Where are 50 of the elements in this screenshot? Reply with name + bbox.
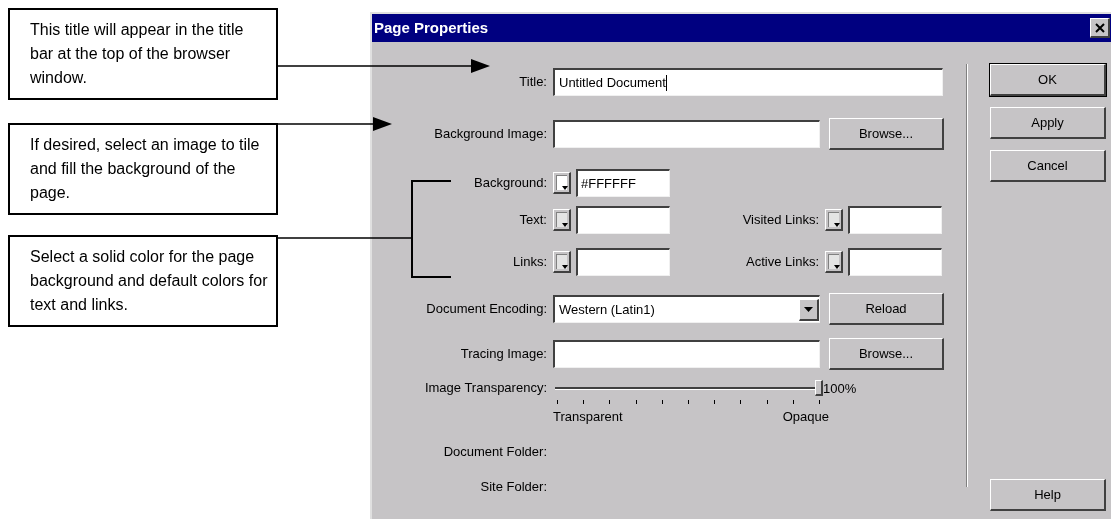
- dialog-button[interactable]: Browse...: [829, 338, 944, 370]
- dialog-button[interactable]: Apply: [990, 107, 1106, 139]
- field-label: Background Image:: [434, 125, 547, 144]
- color-field[interactable]: [848, 248, 942, 276]
- color-swatch-button[interactable]: [553, 172, 571, 194]
- slider-min-label: Transparent: [553, 408, 623, 427]
- dropdown[interactable]: Western (Latin1): [553, 295, 820, 323]
- color-swatch-button[interactable]: [825, 251, 843, 273]
- close-button[interactable]: [1090, 18, 1110, 38]
- field-label: Background:: [474, 174, 547, 193]
- field-label: Active Links:: [746, 253, 819, 272]
- dialog-button[interactable]: Reload: [829, 293, 944, 325]
- color-swatch-button[interactable]: [553, 209, 571, 231]
- dialog-button[interactable]: Browse...: [829, 118, 944, 150]
- window-title: Page Properties: [374, 17, 489, 38]
- slider-thumb[interactable]: [815, 380, 823, 396]
- field-label: Site Folder:: [480, 478, 547, 497]
- field-label: Links:: [513, 253, 547, 272]
- field-label: Title:: [519, 73, 547, 92]
- close-icon: [1094, 22, 1105, 33]
- text-field[interactable]: [553, 120, 820, 148]
- caret-icon: [834, 265, 840, 269]
- field-label: Visited Links:: [742, 211, 819, 230]
- caret-icon: [804, 306, 813, 312]
- dialog-button[interactable]: Cancel: [990, 150, 1106, 182]
- slider-max-label: Opaque: [782, 408, 829, 427]
- color-field[interactable]: [848, 206, 942, 234]
- dialog-button[interactable]: Help: [990, 479, 1106, 511]
- color-field[interactable]: #FFFFFF: [576, 169, 670, 197]
- caret-icon: [834, 223, 840, 227]
- slider-value: 100%: [823, 380, 857, 399]
- slider-track[interactable]: [553, 380, 823, 398]
- caret-icon: [562, 265, 568, 269]
- field-label: Tracing Image:: [460, 345, 547, 364]
- callout: If desired, select an image to tile and fill the background of the page.: [8, 123, 278, 215]
- dialog-button[interactable]: OK: [990, 64, 1106, 96]
- callout: Select a solid color for the page background and default colors for text and links.: [8, 235, 278, 327]
- text-field[interactable]: [553, 340, 820, 368]
- color-field[interactable]: [576, 206, 670, 234]
- caret-icon: [562, 186, 568, 190]
- field-label: Image Transparency:: [424, 379, 547, 397]
- color-field[interactable]: [576, 248, 670, 276]
- callout: This title will appear in the title bar at the top of the browser window.: [8, 8, 278, 100]
- field-label: Document Folder:: [443, 443, 547, 462]
- color-swatch-button[interactable]: [825, 209, 843, 231]
- text-field[interactable]: Untitled Document: [553, 68, 943, 96]
- color-swatch-button[interactable]: [553, 251, 571, 273]
- field-label: Document Encoding:: [426, 300, 547, 319]
- field-label: Text:: [519, 211, 547, 230]
- caret-icon: [562, 223, 568, 227]
